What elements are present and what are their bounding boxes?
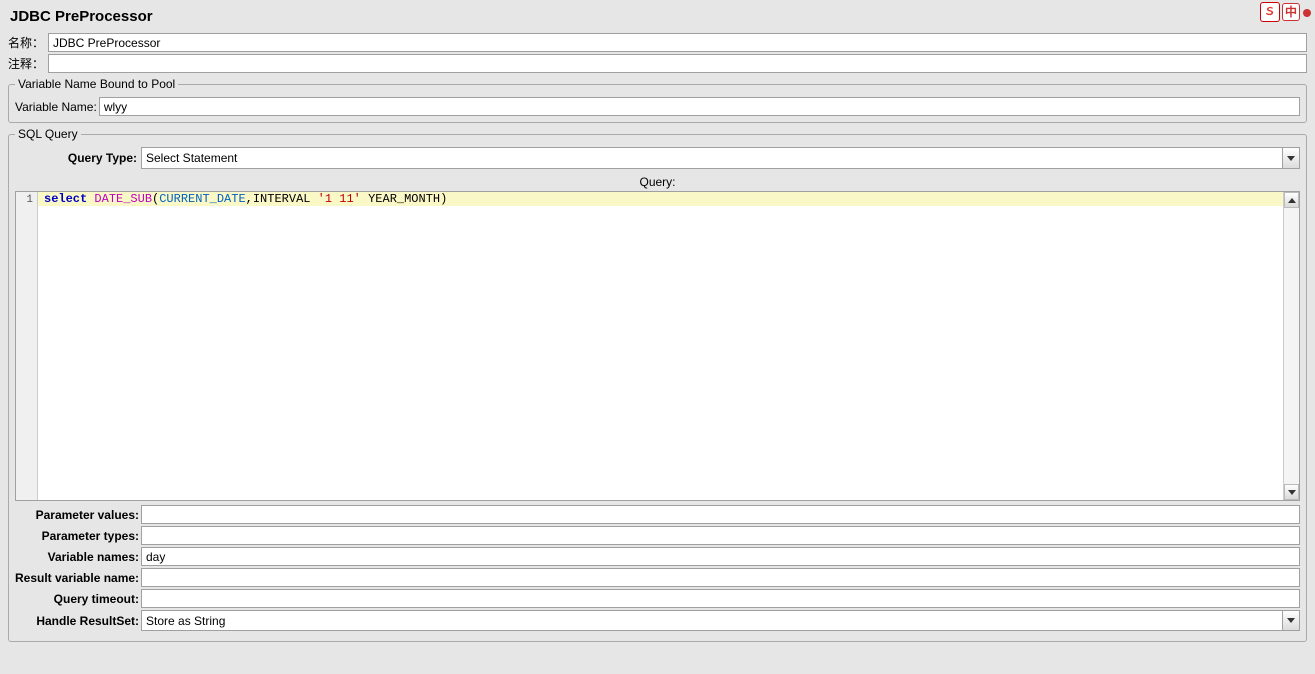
chevron-down-icon[interactable]: [1282, 610, 1300, 631]
variable-names-label: Variable names:: [15, 550, 141, 564]
handle-result-label: Handle ResultSet:: [15, 614, 141, 628]
param-values-input[interactable]: [141, 505, 1300, 524]
ime-dot-icon: [1303, 9, 1311, 17]
pool-legend: Variable Name Bound to Pool: [15, 77, 178, 91]
code-line-1[interactable]: select DATE_SUB(CURRENT_DATE,INTERVAL '1…: [38, 192, 1283, 206]
sogou-icon: [1260, 2, 1280, 22]
param-types-input[interactable]: [141, 526, 1300, 545]
editor-code[interactable]: select DATE_SUB(CURRENT_DATE,INTERVAL '1…: [38, 192, 1283, 500]
pool-fieldset: Variable Name Bound to Pool Variable Nam…: [8, 77, 1307, 123]
sql-editor[interactable]: 1 select DATE_SUB(CURRENT_DATE,INTERVAL …: [15, 191, 1300, 501]
variable-name-label: Variable Name:: [15, 100, 99, 114]
handle-result-value: Store as String: [141, 610, 1282, 631]
result-var-input[interactable]: [141, 568, 1300, 587]
ime-lang-icon: 中: [1282, 3, 1300, 21]
comments-label: 注释：: [8, 55, 48, 72]
chevron-down-icon[interactable]: [1282, 147, 1300, 169]
query-type-label: Query Type:: [15, 151, 141, 165]
handle-result-select[interactable]: Store as String: [141, 610, 1300, 631]
query-timeout-label: Query timeout:: [15, 592, 141, 606]
comments-input[interactable]: [48, 54, 1307, 73]
ime-indicator: 中: [1260, 2, 1311, 22]
query-type-value: Select Statement: [141, 147, 1282, 169]
scroll-up-icon[interactable]: [1284, 192, 1299, 208]
param-types-label: Parameter types:: [15, 529, 141, 543]
query-label: Query:: [15, 173, 1300, 191]
query-timeout-input[interactable]: [141, 589, 1300, 608]
variable-names-input[interactable]: [141, 547, 1300, 566]
name-input[interactable]: [48, 33, 1307, 52]
editor-scrollbar[interactable]: [1283, 192, 1299, 500]
variable-name-input[interactable]: [99, 97, 1300, 116]
param-values-label: Parameter values:: [15, 508, 141, 522]
page-title: JDBC PreProcessor: [10, 8, 1307, 25]
result-var-label: Result variable name:: [15, 571, 141, 585]
sql-fieldset: SQL Query Query Type: Select Statement Q…: [8, 127, 1307, 642]
query-type-select[interactable]: Select Statement: [141, 147, 1300, 169]
editor-gutter: 1: [16, 192, 38, 500]
sql-legend: SQL Query: [15, 127, 81, 141]
name-label: 名称：: [8, 34, 48, 51]
scroll-down-icon[interactable]: [1284, 484, 1299, 500]
